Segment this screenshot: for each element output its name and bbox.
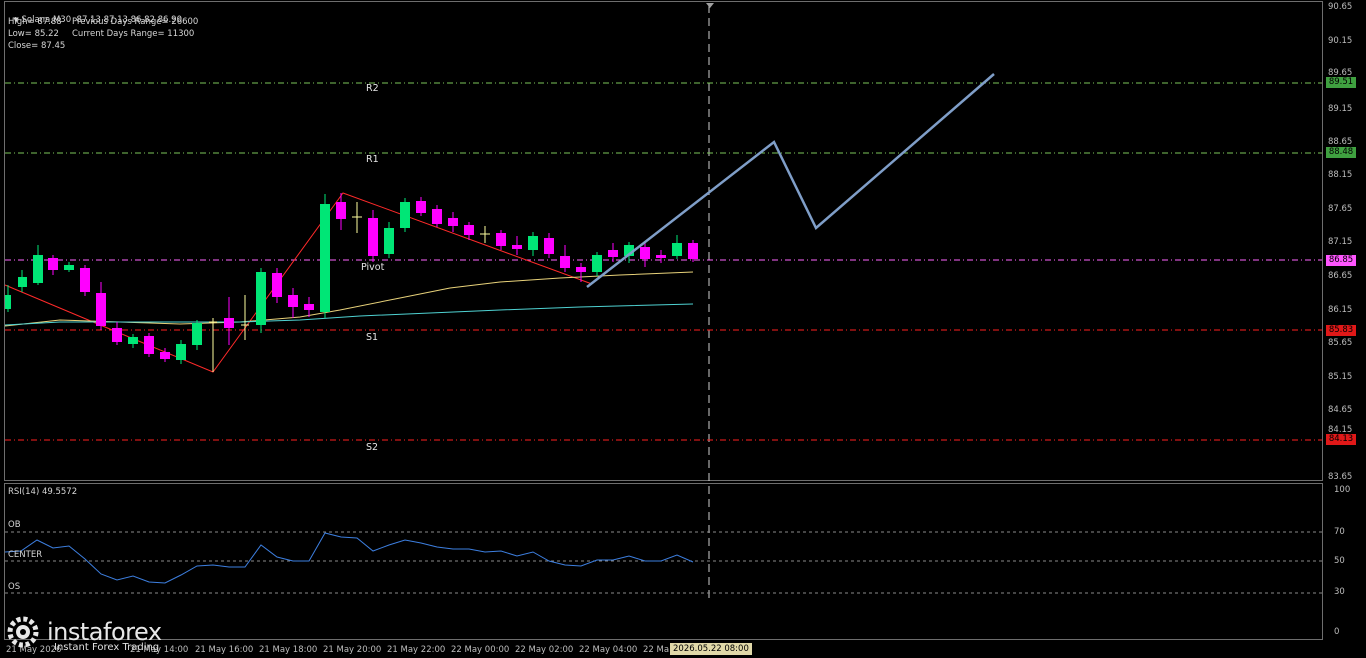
candle [400, 198, 410, 232]
candle [368, 210, 378, 262]
candle [480, 226, 490, 243]
previous-days-range: Previous Days Range= 26600 [72, 17, 199, 27]
rsi-axis-tick: 70 [1334, 527, 1345, 537]
price-tick: 87.65 [1328, 204, 1353, 214]
time-tick: 21 May 16:00 [195, 645, 254, 655]
candle [416, 197, 426, 216]
candle [544, 233, 554, 258]
candle [496, 230, 506, 250]
rsi-line [4, 532, 694, 584]
price-tick: 88.65 [1328, 137, 1353, 147]
rsi-axis-tick: 50 [1334, 556, 1345, 566]
candle [241, 295, 249, 340]
s2-label: S2 [366, 442, 379, 453]
time-tick: 22 May 04:00 [579, 645, 638, 655]
candle [112, 322, 122, 345]
price-tick: 85.15 [1328, 372, 1353, 382]
candle [288, 288, 298, 318]
candle [528, 232, 538, 256]
rsi-axis-tick: 100 [1334, 485, 1351, 495]
candle [209, 318, 217, 372]
candle [352, 202, 362, 233]
price-tick: 86.15 [1328, 305, 1353, 315]
rsi-center-label: CENTER [8, 550, 43, 560]
price-tick: 85.65 [1328, 338, 1353, 348]
rsi-label: RSI(14) 49.5572 [8, 487, 78, 497]
chart-drawing-layer [4, 3, 1322, 598]
instaforex-watermark: instaforex Instant Forex Trading [5, 614, 162, 653]
candle [592, 252, 602, 276]
zigzag-line [4, 192, 593, 373]
candle [64, 262, 74, 272]
time-tick: 21 May 22:00 [387, 645, 446, 655]
time-tick: 21 May 18:00 [259, 645, 318, 655]
time-tick: 21 May 20:00 [323, 645, 382, 655]
price-tick: 90.15 [1328, 36, 1353, 46]
candle [96, 282, 106, 330]
instaforex-logo-icon [7, 616, 39, 648]
time-tick: 22 May 00:00 [451, 645, 510, 655]
candle [144, 333, 154, 357]
candle [80, 265, 90, 296]
candle [336, 193, 346, 230]
time-tick: 22 May 02:00 [515, 645, 574, 655]
candle [640, 243, 650, 267]
price-tick: 84.65 [1328, 405, 1353, 415]
rsi-os-label: OS [8, 582, 21, 592]
pivot-label: Pivot [361, 262, 385, 273]
price-tick: 86.65 [1328, 271, 1353, 281]
r1-label: R1 [366, 154, 379, 165]
watermark-tagline: Instant Forex Trading [54, 642, 160, 653]
time-tick: 22 Ma [643, 645, 670, 655]
candle [656, 250, 666, 263]
candle [608, 243, 618, 262]
rsi-axis-tick: 0 [1334, 627, 1340, 637]
s2-price-tag: 84.13 [1326, 434, 1356, 445]
candle [48, 255, 58, 275]
candle [448, 212, 458, 232]
candle [320, 194, 330, 318]
candle [384, 222, 394, 258]
pivot-price-tag: 86.85 [1326, 255, 1356, 266]
candle [33, 245, 43, 285]
candle [432, 205, 442, 227]
r2-label: R2 [366, 83, 379, 94]
candle [224, 297, 234, 345]
price-tick: 83.65 [1328, 472, 1353, 482]
candle [672, 235, 682, 259]
price-tick: 88.15 [1328, 170, 1353, 180]
rsi-axis-tick: 30 [1334, 587, 1345, 597]
s1-label: S1 [366, 332, 379, 343]
candle [304, 297, 314, 317]
r1-price-tag: 88.48 [1326, 147, 1356, 158]
current-days-range: Current Days Range= 11300 [72, 29, 195, 39]
candle [560, 245, 570, 272]
price-tick: 89.15 [1328, 104, 1353, 114]
high-value: High= 87.88 [8, 17, 62, 27]
moving-average-slow [4, 303, 694, 326]
current-time-marker: 2026.05.22 08:00 [670, 643, 752, 655]
time-line-arrow-icon [706, 3, 714, 8]
watermark-brand: instaforex [47, 618, 162, 646]
candle [512, 236, 522, 255]
low-value: Low= 85.22 [8, 29, 59, 39]
candle [128, 334, 138, 348]
close-value: Close= 87.45 [8, 41, 66, 51]
r2-price-tag: 89.51 [1326, 77, 1356, 88]
candle [256, 268, 266, 333]
price-tick: 90.65 [1328, 2, 1353, 12]
price-tick: 87.15 [1328, 237, 1353, 247]
candle [688, 240, 698, 262]
candle [192, 320, 202, 350]
s1-price-tag: 85.83 [1326, 325, 1356, 336]
candle [272, 268, 282, 303]
moving-average-fast [4, 271, 694, 327]
candle [18, 270, 27, 292]
candle [5, 285, 11, 312]
rsi-ob-label: OB [8, 520, 21, 530]
